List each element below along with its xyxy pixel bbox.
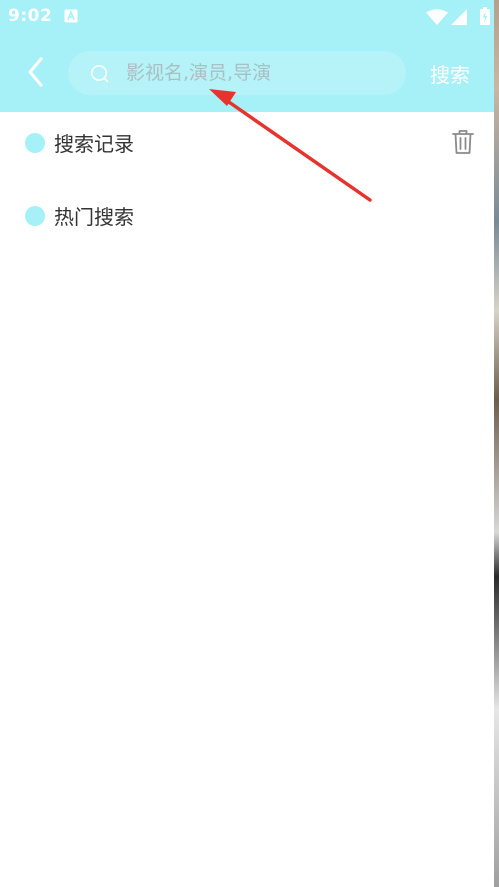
search-input[interactable] xyxy=(126,51,396,95)
section-dot-icon xyxy=(25,133,45,153)
background-edge-strip xyxy=(494,0,499,887)
hot-search-section: 热门搜索 xyxy=(25,199,485,231)
search-button[interactable]: 搜索 xyxy=(430,59,470,88)
back-button[interactable] xyxy=(22,56,50,88)
chevron-left-icon xyxy=(28,57,43,87)
search-screen: 9:02 影视名,演员,导演 搜索 搜索记录 热门搜索 xyxy=(0,0,494,887)
signal-icon xyxy=(451,9,467,25)
search-history-title: 搜索记录 xyxy=(54,132,134,156)
search-icon xyxy=(91,65,109,83)
trash-icon[interactable] xyxy=(451,129,475,155)
hot-search-title: 热门搜索 xyxy=(54,205,134,229)
header-bar: 9:02 影视名,演员,导演 搜索 xyxy=(0,0,494,112)
status-bar: 9:02 xyxy=(0,0,494,34)
search-history-section: 搜索记录 xyxy=(25,126,485,158)
battery-icon xyxy=(480,7,490,25)
status-time: 9:02 xyxy=(8,6,53,26)
search-box[interactable] xyxy=(68,51,406,95)
section-dot-icon xyxy=(25,206,45,226)
notification-a-icon xyxy=(64,9,78,23)
wifi-icon xyxy=(426,9,448,25)
